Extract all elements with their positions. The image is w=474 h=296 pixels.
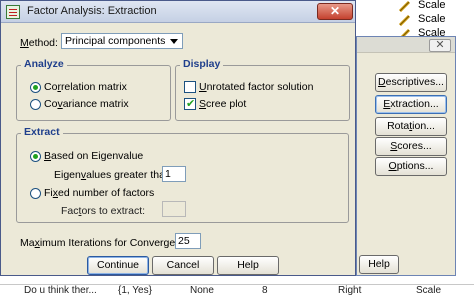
cell-measure: Scale — [416, 285, 442, 296]
parent-close-button[interactable]: ✕ — [429, 39, 451, 52]
data-row-bottom: Do u think ther... {1, Yes} None 8 Right… — [0, 284, 474, 296]
analyze-group: Analyze Correlation matrix Covariance ma… — [16, 58, 171, 121]
descriptives-button[interactable]: Descriptives... — [375, 73, 447, 92]
eigenvalue-input[interactable]: 1 — [162, 166, 186, 182]
factors-to-extract-input[interactable] — [162, 201, 186, 217]
options-button[interactable]: Options... — [375, 157, 447, 176]
display-group-title: Display — [180, 58, 224, 70]
cancel-button[interactable]: Cancel — [152, 256, 214, 275]
cell-values: {1, Yes} — [118, 285, 152, 296]
extraction-button[interactable]: Extraction... — [375, 95, 447, 114]
max-iterations-input[interactable]: 25 — [175, 233, 201, 249]
scale-measure-icon — [398, 0, 411, 12]
scores-button[interactable]: Scores... — [375, 137, 447, 156]
cell-missing: None — [190, 285, 214, 296]
display-group: Display Unrotated factor solution Scree … — [175, 58, 350, 121]
correlation-matrix-radio[interactable] — [30, 82, 41, 93]
scree-plot-checkbox[interactable] — [184, 97, 196, 110]
covariance-matrix-radio[interactable] — [30, 99, 41, 110]
chevron-down-icon[interactable] — [170, 39, 178, 44]
correlation-matrix-label[interactable]: Correlation matrix — [44, 81, 127, 93]
method-label: Method: — [20, 37, 58, 49]
cell-columns: 8 — [262, 285, 268, 296]
fixed-factors-radio[interactable] — [30, 188, 41, 199]
cell-label: Do u think ther... — [24, 285, 97, 296]
rotation-button[interactable]: Rotation... — [375, 117, 447, 136]
extraction-dialog: Factor Analysis: Extraction ✕ Method: Pr… — [0, 0, 356, 276]
parent-titlebar: ✕ — [357, 37, 455, 53]
unrotated-factor-label[interactable]: Unrotated factor solution — [199, 81, 313, 93]
close-button[interactable]: ✕ — [317, 3, 353, 20]
method-dropdown[interactable]: Principal components — [61, 33, 183, 49]
extract-group-title: Extract — [21, 126, 63, 138]
titlebar: Factor Analysis: Extraction ✕ — [1, 1, 355, 23]
eigenvalue-label[interactable]: Based on Eigenvalue — [44, 150, 143, 162]
extract-group: Extract Based on Eigenvalue Eigenvalues … — [16, 126, 349, 223]
unrotated-factor-checkbox[interactable] — [184, 81, 196, 93]
measure-label: Scale — [418, 13, 446, 25]
factors-to-extract-label: Factors to extract: — [61, 205, 146, 217]
max-iterations-label: Maximum Iterations for Convergence: — [20, 237, 196, 249]
fixed-factors-label[interactable]: Fixed number of factors — [44, 187, 154, 199]
measure-label: Scale — [418, 0, 446, 11]
continue-button[interactable]: Continue — [87, 256, 149, 275]
eigenvalue-radio[interactable] — [30, 151, 41, 162]
cell-align: Right — [338, 285, 362, 296]
analyze-group-title: Analyze — [21, 58, 67, 70]
covariance-matrix-label[interactable]: Covariance matrix — [44, 98, 129, 110]
parent-help-button[interactable]: Help — [359, 255, 399, 274]
help-button[interactable]: Help — [217, 256, 279, 275]
method-value: Principal components — [65, 35, 166, 47]
factor-analysis-dialog: ✕ Descriptives... Extraction... Rotation… — [356, 36, 456, 276]
spss-app-icon — [6, 5, 20, 19]
dialog-title: Factor Analysis: Extraction — [27, 5, 157, 17]
scree-plot-label[interactable]: Scree plot — [199, 98, 246, 110]
scale-measure-icon — [398, 14, 411, 26]
eigenvalues-greater-label: Eigenvalues greater than: — [54, 169, 174, 181]
